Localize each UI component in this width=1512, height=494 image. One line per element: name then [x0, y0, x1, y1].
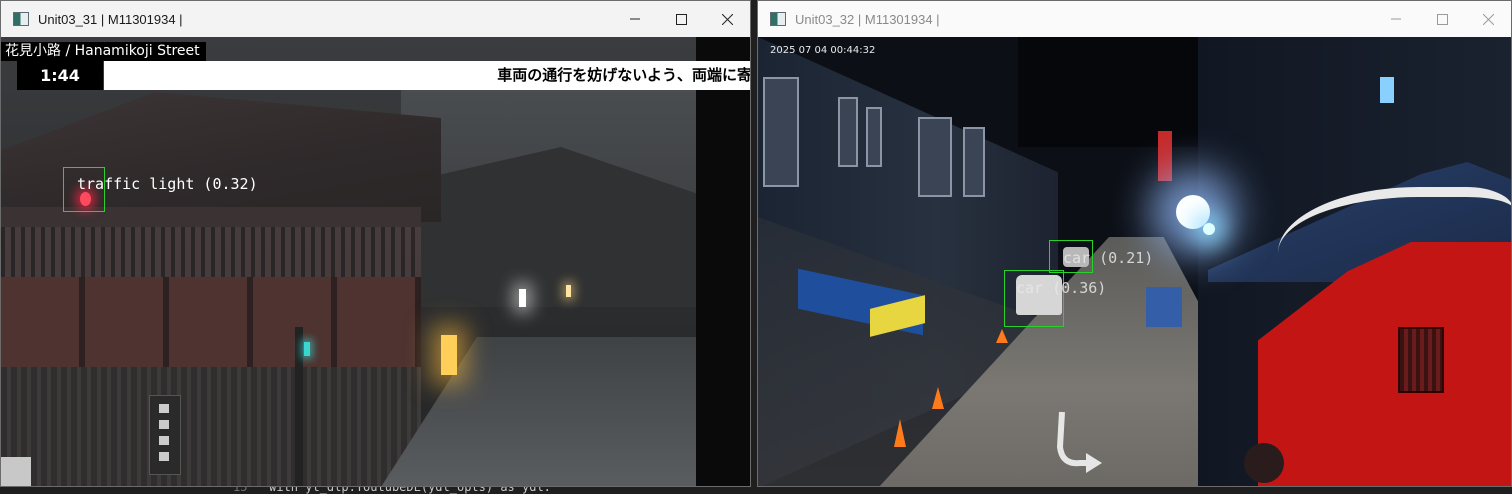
window-unit03-32[interactable]: Unit03_32 | M11301934 | 2025 07 04 00:44…: [757, 0, 1512, 487]
camera-timestamp: 2025 07 04 00:44:32: [770, 45, 876, 56]
close-icon: [721, 13, 733, 25]
title-bar[interactable]: Unit03_31 | M11301934 |: [1, 1, 750, 37]
title-bar[interactable]: Unit03_32 | M11301934 |: [758, 1, 1511, 37]
traffic-cone: [996, 329, 1008, 343]
maximize-icon: [675, 13, 687, 25]
place-label: 花見小路 / Hanamikoji Street: [1, 42, 206, 61]
app-icon: [770, 12, 786, 26]
temple-window: [1398, 327, 1444, 393]
minimize-icon: [630, 18, 640, 20]
road-arrow-marking: [1056, 411, 1102, 473]
detection-label: traffic light (0.32): [77, 175, 258, 193]
news-ticker: 車両の通行を妨げないよう、両端に寄: [104, 61, 750, 90]
maximize-button[interactable]: [1419, 1, 1465, 37]
wooden-wall: [1, 277, 421, 367]
utility-pole: [295, 327, 303, 486]
minimize-button[interactable]: [1373, 1, 1419, 37]
lantern: [441, 335, 457, 375]
close-icon: [1482, 13, 1494, 25]
stream-time: 1:44: [17, 61, 103, 90]
close-button[interactable]: [704, 1, 750, 37]
detection-label: car (0.21): [1063, 249, 1154, 267]
minimize-icon: [1391, 18, 1401, 20]
detection-label: car (0.36): [1016, 279, 1107, 297]
window-title: Unit03_32 | M11301934 |: [795, 11, 940, 27]
maximize-icon: [1436, 13, 1448, 25]
traffic-cone: [932, 387, 944, 409]
app-icon: [13, 12, 29, 26]
camera-feed-kyoto: 花見小路 / Hanamikoji Street 1:44 車両の通行を妨げない…: [1, 37, 750, 486]
maximize-button[interactable]: [658, 1, 704, 37]
info-sign: [149, 395, 181, 475]
close-button[interactable]: [1465, 1, 1511, 37]
window-title: Unit03_31 | M11301934 |: [38, 11, 183, 27]
window-unit03-31[interactable]: Unit03_31 | M11301934 | 花見小路 / Hanamikoj…: [0, 0, 751, 487]
traffic-cone: [894, 419, 906, 447]
camera-feed-street: 2025 07 04 00:44:32 car (0.21) car (0.36…: [758, 37, 1511, 486]
minimize-button[interactable]: [612, 1, 658, 37]
